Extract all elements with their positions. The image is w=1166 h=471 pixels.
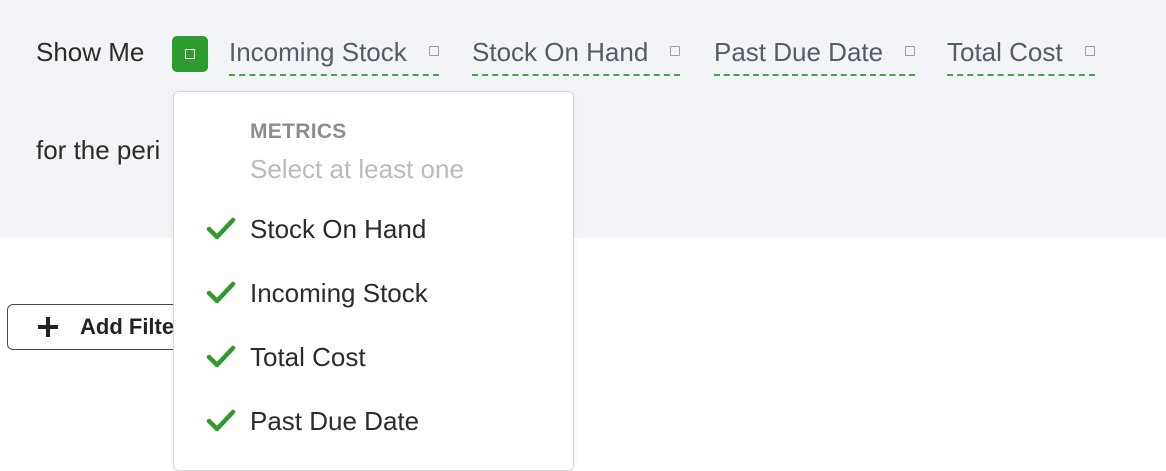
square-icon [428, 46, 439, 57]
square-icon [185, 49, 195, 59]
metric-pill-past-due-date[interactable]: Past Due Date [714, 36, 916, 76]
metrics-toggle-button[interactable] [172, 36, 208, 72]
metric-pill-label: Total Cost [947, 37, 1063, 67]
metric-pill-label: Past Due Date [714, 37, 884, 67]
metrics-dropdown: METRICS Select at least one Stock On Han… [173, 91, 574, 471]
metric-pill-incoming-stock[interactable]: Incoming Stock [229, 36, 439, 76]
check-icon [206, 409, 236, 432]
dropdown-item-label: Total Cost [250, 341, 366, 372]
dropdown-hint: Select at least one [250, 154, 464, 184]
dropdown-item-label: Past Due Date [250, 405, 420, 436]
dropdown-item-stock-on-hand[interactable]: Stock On Hand [174, 202, 572, 256]
dropdown-item-label: Stock On Hand [250, 213, 427, 244]
dropdown-item-total-cost[interactable]: Total Cost [174, 330, 572, 384]
check-icon [206, 281, 236, 304]
period-label: for the peri [36, 135, 161, 165]
show-me-label: Show Me [36, 37, 145, 67]
dropdown-item-incoming-stock[interactable]: Incoming Stock [174, 266, 572, 320]
metric-pill-label: Incoming Stock [229, 37, 407, 67]
metric-pill-label: Stock On Hand [472, 37, 649, 67]
square-icon [1084, 46, 1095, 57]
dropdown-item-label: Incoming Stock [250, 277, 428, 308]
add-filter-label: Add Filte [80, 314, 175, 339]
plus-icon [38, 317, 58, 337]
square-icon [905, 46, 916, 57]
dropdown-item-past-due-date[interactable]: Past Due Date [174, 394, 572, 448]
check-icon [206, 217, 236, 240]
dropdown-header: METRICS [250, 120, 347, 143]
square-icon [670, 46, 681, 57]
check-icon [206, 345, 236, 368]
metric-pill-stock-on-hand[interactable]: Stock On Hand [472, 36, 681, 76]
metric-pill-total-cost[interactable]: Total Cost [947, 36, 1095, 76]
